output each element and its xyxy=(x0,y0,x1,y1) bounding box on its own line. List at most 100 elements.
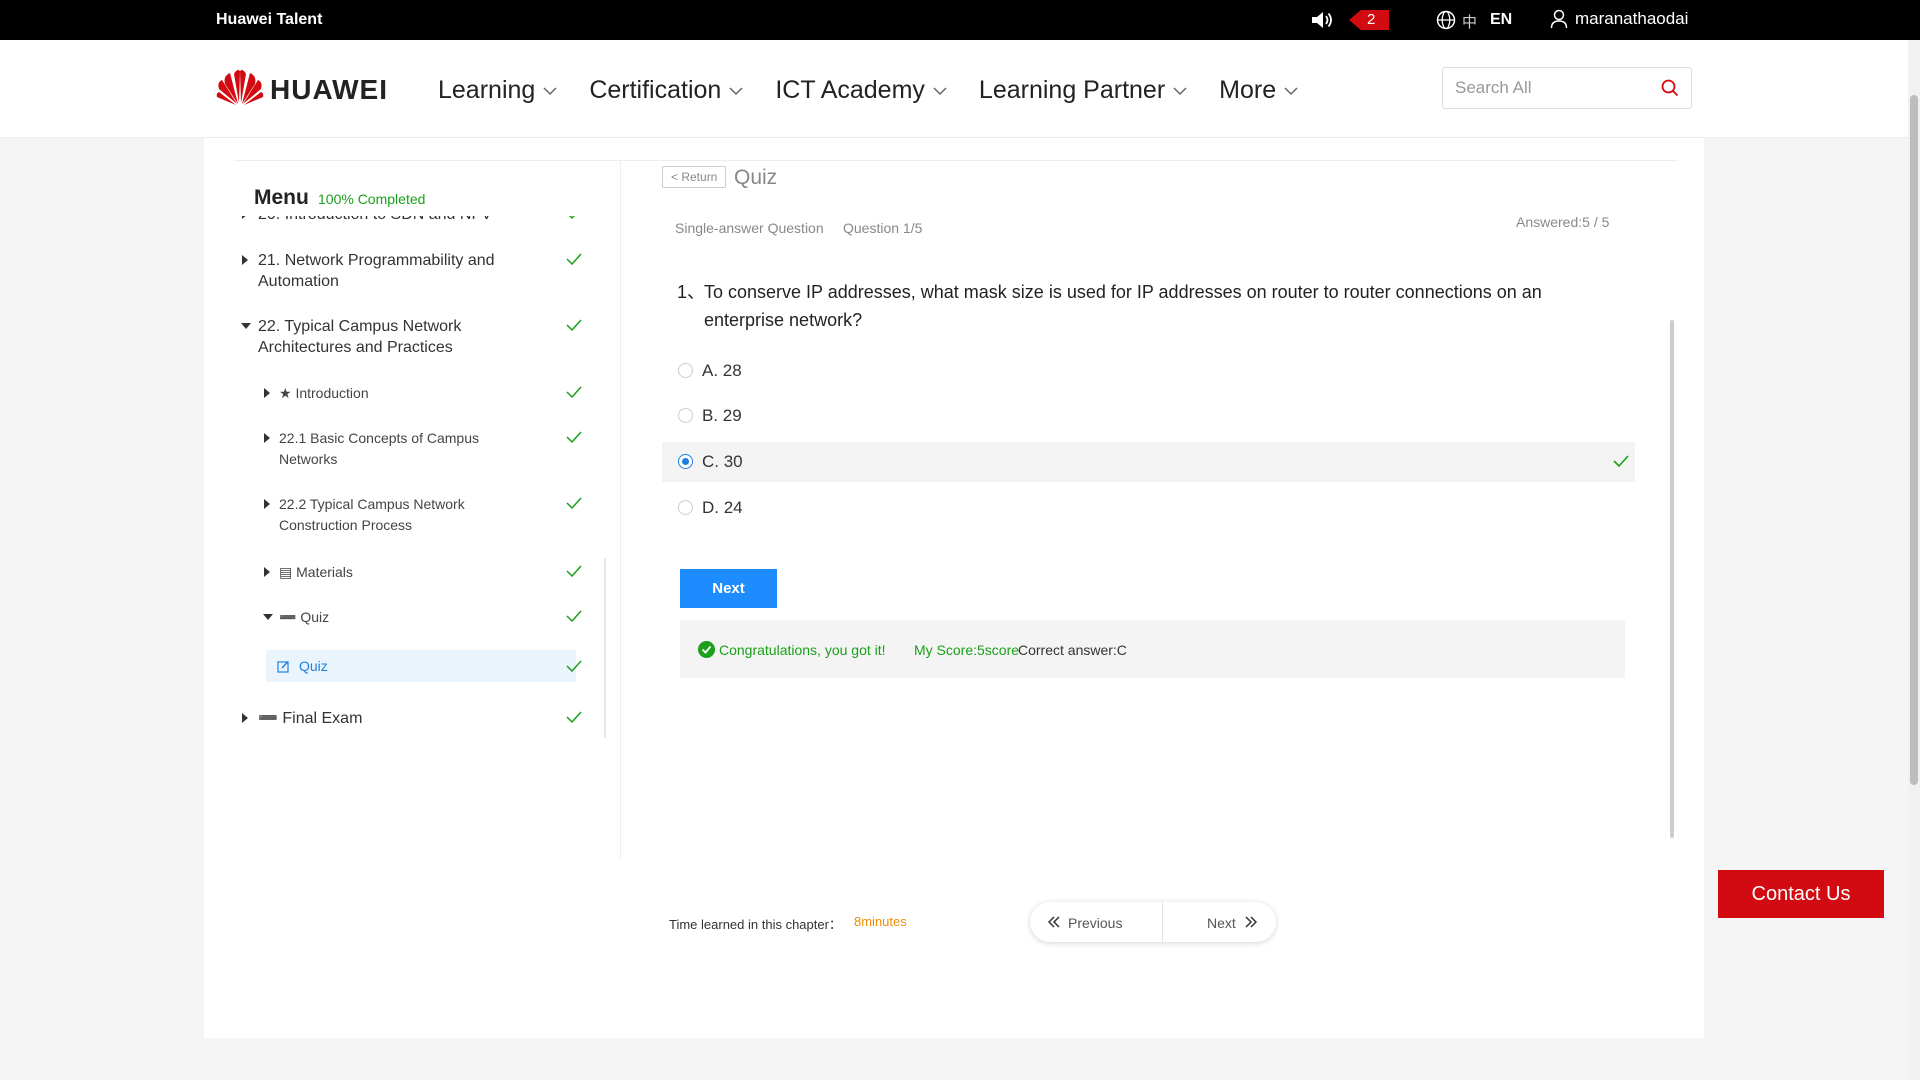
nav-certification[interactable]: Certification xyxy=(589,76,743,105)
expand-arrow-icon[interactable] xyxy=(264,388,270,398)
huawei-flower-icon xyxy=(216,70,264,105)
language-english[interactable]: EN xyxy=(1490,11,1512,29)
option-a[interactable]: A. 28 xyxy=(662,351,1635,391)
nav-learning-partner[interactable]: Learning Partner xyxy=(979,76,1187,105)
edit-icon xyxy=(277,661,289,673)
user-icon[interactable] xyxy=(1550,9,1568,29)
check-icon xyxy=(566,711,582,723)
search-icon[interactable] xyxy=(1661,79,1679,97)
question-number: 1、 xyxy=(677,282,706,302)
nav-label: More xyxy=(1219,76,1277,104)
nav-label: Certification xyxy=(589,76,722,104)
expand-arrow-icon[interactable] xyxy=(264,499,270,509)
collapse-arrow-icon[interactable] xyxy=(241,323,251,329)
globe-icon[interactable] xyxy=(1436,10,1456,30)
radio-button[interactable] xyxy=(678,363,693,378)
option-c[interactable]: C. 30 xyxy=(662,442,1635,482)
speaker-icon[interactable] xyxy=(1310,9,1334,31)
main-nav: Learning Certification ICT Academy Learn… xyxy=(438,76,1330,105)
nav-ict-academy[interactable]: ICT Academy xyxy=(775,76,947,105)
check-icon xyxy=(566,253,582,265)
menu-item-label: 22. Typical Campus Network Architectures… xyxy=(258,318,462,356)
expand-arrow-icon[interactable] xyxy=(242,713,248,723)
correct-answer: Correct answer:C xyxy=(1018,642,1127,658)
previous-label: Previous xyxy=(1068,915,1123,931)
result-message: Congratulations, you got it! xyxy=(719,642,886,658)
option-d[interactable]: D. 24 xyxy=(662,488,1635,528)
notification-badge[interactable]: 2 xyxy=(1349,10,1390,30)
divider xyxy=(620,160,621,860)
chevron-down-icon xyxy=(1173,86,1187,95)
menu-item-22-2[interactable]: 22.2 Typical Campus Network Construction… xyxy=(234,494,584,536)
menu-item-label: ▤ Materials xyxy=(279,564,353,580)
search-input[interactable] xyxy=(1455,76,1655,100)
my-score: My Score:5score xyxy=(914,642,1020,658)
divider xyxy=(234,160,1678,161)
course-menu: 20. Introduction to SDN and NFV 21. Netw… xyxy=(234,216,614,824)
previous-button[interactable]: Previous xyxy=(1030,902,1163,942)
chevron-down-icon xyxy=(543,86,557,95)
answered-count: Answered:5 / 5 xyxy=(1516,214,1610,230)
option-label: D. 24 xyxy=(702,498,743,517)
menu-item-introduction[interactable]: ★ Introduction xyxy=(234,383,584,404)
menu-item-quiz-section[interactable]: ➖ Quiz xyxy=(234,607,584,628)
check-icon xyxy=(566,565,582,577)
username[interactable]: maranathaodai xyxy=(1575,9,1688,29)
check-circle-icon xyxy=(698,641,715,658)
menu-scrollbar[interactable] xyxy=(604,558,606,738)
menu-item-chapter-20[interactable]: 20. Introduction to SDN and NFV xyxy=(234,216,584,225)
quiz-scrollbar[interactable] xyxy=(1670,320,1674,838)
time-learned-label: Time learned in this chapter： xyxy=(669,917,842,932)
next-chapter-button[interactable]: Next xyxy=(1163,902,1276,942)
next-question-button[interactable]: Next xyxy=(680,569,777,608)
expand-arrow-icon[interactable] xyxy=(242,255,248,265)
menu-item-final-exam[interactable]: ➖ Final Exam xyxy=(234,708,584,729)
check-icon xyxy=(566,660,582,672)
chevron-down-icon xyxy=(729,86,743,95)
huawei-logo[interactable]: HUAWEI xyxy=(216,68,388,108)
check-icon xyxy=(566,386,582,398)
question-index: Question 1/5 xyxy=(843,220,923,236)
menu-item-chapter-22[interactable]: 22. Typical Campus Network Architectures… xyxy=(234,316,584,358)
expand-arrow-icon[interactable] xyxy=(242,216,248,219)
question-body: To conserve IP addresses, what mask size… xyxy=(704,282,1542,330)
option-b[interactable]: B. 29 xyxy=(662,396,1635,436)
language-chinese[interactable]: 中 xyxy=(1462,11,1477,32)
nav-label: Learning xyxy=(438,76,536,104)
option-label: A. 28 xyxy=(702,361,742,380)
nav-learning[interactable]: Learning xyxy=(438,76,557,105)
completion-status: 100% Completed xyxy=(318,191,426,207)
menu-item-22-1[interactable]: 22.1 Basic Concepts of Campus Networks xyxy=(234,428,584,470)
menu-item-label: ➖ Final Exam xyxy=(258,710,363,727)
radio-button[interactable] xyxy=(678,408,693,423)
chevron-down-icon xyxy=(1284,86,1298,95)
scrollbar-thumb[interactable] xyxy=(1910,95,1918,785)
menu-item-chapter-21[interactable]: 21. Network Programmability and Automati… xyxy=(234,250,584,292)
menu-item-label: 22.2 Typical Campus Network Construction… xyxy=(279,496,465,533)
option-label: C. 30 xyxy=(702,452,743,471)
brand-name[interactable]: Huawei Talent xyxy=(216,11,322,29)
radio-button[interactable] xyxy=(678,500,693,515)
course-panel: Menu 100% Completed 20. Introduction to … xyxy=(204,138,1704,1038)
expand-arrow-icon[interactable] xyxy=(264,433,270,443)
page-scrollbar[interactable] xyxy=(1908,40,1920,1080)
search-box xyxy=(1442,67,1692,109)
answer-result: Congratulations, you got it! My Score:5s… xyxy=(680,620,1625,678)
next-label: Next xyxy=(1207,915,1236,931)
menu-item-label: 20. Introduction to SDN and NFV xyxy=(258,216,548,225)
top-bar: Huawei Talent 2 中 EN maranathaodai xyxy=(0,0,1920,40)
contact-us-button[interactable]: Contact Us xyxy=(1718,870,1884,918)
menu-item-materials[interactable]: ▤ Materials xyxy=(234,562,584,583)
check-icon xyxy=(566,319,582,331)
menu-item-label: 21. Network Programmability and Automati… xyxy=(258,252,495,290)
return-button[interactable]: < Return xyxy=(662,166,727,188)
nav-more[interactable]: More xyxy=(1219,76,1298,105)
check-icon xyxy=(566,497,582,509)
menu-item-quiz-active[interactable]: Quiz xyxy=(266,650,582,682)
logo-text: HUAWEI xyxy=(270,74,388,105)
chapter-pager: Previous Next xyxy=(1030,902,1276,942)
collapse-arrow-icon[interactable] xyxy=(263,614,273,620)
site-header: HUAWEI Learning Certification ICT Academ… xyxy=(0,40,1908,138)
radio-button-selected[interactable] xyxy=(678,454,693,469)
expand-arrow-icon[interactable] xyxy=(264,567,270,577)
